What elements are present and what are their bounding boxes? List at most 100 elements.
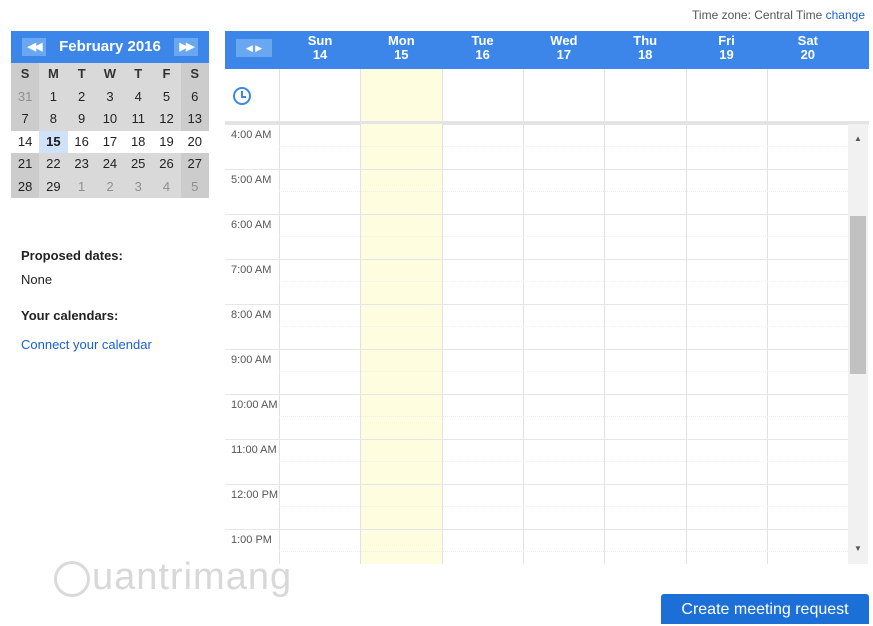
mini-calendar-day[interactable]: 22: [39, 153, 67, 176]
timezone-label: Time zone: Central Time: [692, 8, 823, 22]
mini-calendar-day[interactable]: 24: [96, 153, 124, 176]
mini-calendar-day[interactable]: 28: [11, 175, 40, 198]
mini-calendar-day[interactable]: 2: [68, 86, 96, 109]
half-hour-line: [279, 416, 848, 417]
mini-calendar-day[interactable]: 25: [124, 153, 152, 176]
scroll-up-icon[interactable]: ▲: [848, 134, 868, 143]
week-nav-arrows-icon[interactable]: ◀ ▶: [236, 39, 272, 57]
mini-calendar-day[interactable]: 20: [180, 130, 209, 153]
create-meeting-request-button[interactable]: Create meeting request: [661, 594, 869, 624]
connect-calendar-link[interactable]: Connect your calendar: [21, 337, 152, 352]
day-date: 19: [719, 47, 734, 62]
half-hour-line: [279, 551, 848, 552]
mini-calendar-day[interactable]: 27: [180, 153, 209, 176]
half-hour-line: [279, 461, 848, 462]
all-day-cell[interactable]: [766, 69, 848, 121]
mini-calendar-day[interactable]: 23: [68, 153, 96, 176]
mini-calendar-day[interactable]: 1: [68, 176, 96, 199]
half-hour-line: [279, 146, 848, 147]
time-label: 4:00 AM: [231, 129, 272, 141]
time-label: 5:00 AM: [231, 174, 272, 186]
mini-calendar-day[interactable]: 13: [180, 108, 209, 131]
day-column-sun[interactable]: [279, 124, 360, 564]
time-separator: [225, 484, 279, 485]
week-header: ◀ ▶ Sun 14 Mon 15 Tue 16 Wed 17 Thu 18 Fri 19 Sat 20: [225, 31, 869, 69]
mini-calendar-day[interactable]: 5: [180, 175, 209, 198]
proposed-dates-label: Proposed dates:: [21, 248, 123, 263]
scrollbar-thumb[interactable]: [850, 216, 866, 374]
weekday-header: S: [11, 63, 40, 86]
mini-calendar-day[interactable]: 5: [152, 86, 180, 109]
mini-calendar-day[interactable]: 12: [152, 108, 180, 131]
mini-calendar-day[interactable]: 7: [11, 108, 40, 131]
mini-calendar-day[interactable]: 19: [152, 130, 181, 153]
scrollbar[interactable]: ▲ ▼: [848, 124, 868, 564]
day-column-sat[interactable]: [766, 124, 848, 564]
mini-calendar-day[interactable]: 26: [152, 153, 180, 176]
day-column-thu[interactable]: [604, 124, 685, 564]
mini-calendar-day[interactable]: 4: [152, 176, 180, 199]
time-separator: [225, 394, 279, 395]
all-day-cell[interactable]: [604, 69, 685, 121]
time-label: 7:00 AM: [231, 264, 272, 276]
hour-line: [279, 349, 848, 350]
week-time-grid[interactable]: 4:00 AM 5:00 AM 6:00 AM 7:00 AM 8:00 AM 9:00 …: [225, 124, 848, 564]
timezone-text: Time zone: Central Time change: [692, 8, 865, 22]
mini-calendar-day[interactable]: 9: [68, 108, 96, 131]
time-label: 10:00 AM: [231, 399, 278, 411]
mini-calendar-header: ◀◀ February 2016 ▶▶: [11, 31, 209, 63]
all-day-cell[interactable]: [279, 69, 360, 121]
time-separator: [225, 259, 279, 260]
day-date: 14: [312, 47, 328, 62]
day-name: Fri: [718, 33, 735, 48]
mini-calendar-day[interactable]: 2: [96, 176, 124, 199]
day-name: Tue: [471, 33, 494, 48]
mini-calendar-day[interactable]: 8: [39, 108, 67, 131]
weekday-header: W: [103, 66, 117, 81]
scroll-down-icon[interactable]: ▼: [848, 544, 868, 553]
mini-calendar-day[interactable]: 3: [96, 86, 124, 109]
all-day-cell[interactable]: [522, 69, 604, 121]
day-header-sat: Sat 20: [768, 34, 848, 62]
day-name: Sat: [797, 33, 818, 48]
day-column-tue[interactable]: [441, 124, 523, 564]
weekday-header: F: [162, 66, 171, 81]
mini-calendar-day[interactable]: 29: [39, 176, 67, 199]
day-header-sun: Sun 14: [280, 34, 360, 62]
mini-calendar-day[interactable]: 10: [96, 108, 124, 131]
mini-calendar-day[interactable]: 17: [95, 130, 125, 153]
half-hour-line: [279, 191, 848, 192]
mini-calendar: ◀◀ February 2016 ▶▶ S M T W T F S 31 1 2 3 4 5 6 7 8 9 10…: [11, 31, 209, 198]
all-day-cell[interactable]: [441, 69, 523, 121]
mini-calendar-day[interactable]: 11: [124, 108, 152, 131]
mini-calendar-day[interactable]: 16: [67, 130, 96, 153]
all-day-cell[interactable]: [685, 69, 767, 121]
mini-calendar-day[interactable]: 18: [124, 130, 153, 153]
mini-calendar-day[interactable]: 15: [39, 130, 68, 153]
watermark-text: uantrimang: [92, 556, 293, 598]
day-header-thu: Thu 18: [605, 34, 685, 62]
time-label: 1:00 PM: [231, 534, 272, 546]
mini-calendar-day[interactable]: 1: [39, 86, 67, 109]
day-column-wed[interactable]: [522, 124, 604, 564]
day-column-mon[interactable]: [360, 124, 442, 564]
half-hour-line: [279, 371, 848, 372]
mini-calendar-day[interactable]: 3: [124, 176, 152, 199]
all-day-cell[interactable]: [360, 69, 442, 121]
next-month-icon[interactable]: ▶▶: [174, 38, 198, 56]
day-column-fri[interactable]: [685, 124, 767, 564]
mini-calendar-day[interactable]: 14: [11, 130, 40, 153]
mini-calendar-day[interactable]: 4: [124, 86, 152, 109]
day-name: Thu: [633, 33, 658, 48]
mini-calendar-day[interactable]: 6: [180, 85, 209, 108]
mini-calendar-day[interactable]: 31: [11, 85, 40, 108]
watermark-logo: uantrimang: [54, 556, 292, 599]
day-date: 20: [800, 47, 816, 62]
mini-calendar-day[interactable]: 21: [11, 153, 40, 176]
hour-line: [279, 259, 848, 260]
lightbulb-icon: [54, 560, 90, 597]
hour-line: [279, 214, 848, 215]
time-separator: [225, 439, 279, 440]
timezone-change-link[interactable]: change: [826, 8, 865, 22]
day-date: 17: [556, 47, 572, 62]
